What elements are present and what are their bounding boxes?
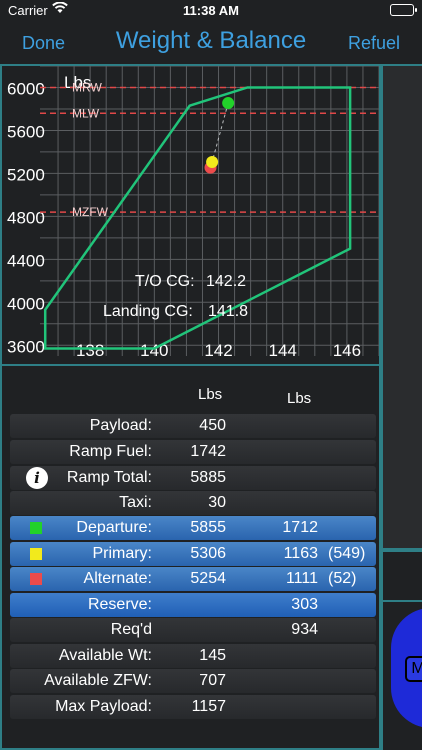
limit-line-label: MRW [72,80,102,94]
row-value-lbs-2: 303 [291,596,318,613]
series-marker-icon [30,522,42,534]
table-row: Reserve: 303 [10,593,376,617]
row-value-lbs: 5855 [190,519,226,536]
row-value-lbs: 30 [208,494,226,511]
landing-cg-value: 141.8 [208,303,248,320]
table-row: i Ramp Total: 5885 [10,466,376,490]
table-row: Available ZFW: 707 [10,669,376,693]
row-label: Available Wt: [58,647,152,664]
limit-line-label: MLW [72,106,100,120]
x-tick-label: 146 [333,341,361,360]
y-tick-label: 4000 [7,294,45,313]
side-action-label: M [405,656,422,682]
side-panel-middle [381,550,422,600]
y-tick-label: 3600 [7,337,45,356]
table-row: Payload: 450 [10,414,376,438]
to-cg-label: T/O CG: [135,273,195,290]
clock: 11:38 AM [183,3,239,18]
y-tick-label: 5200 [7,165,45,184]
cg-path-line [211,102,229,163]
row-value-lbs: 5885 [190,469,226,486]
navigation-bar: Done Weight & Balance Refuel [0,22,422,64]
row-label: Reserve: [87,596,152,613]
battery-icon [390,4,417,16]
row-value-extra: (549) [328,545,366,562]
side-panel-bottom: M [381,600,422,750]
row-value-lbs: 5306 [190,545,226,562]
x-tick-label: 144 [269,341,297,360]
row-value-lbs-2: 1712 [282,519,318,536]
table-row: Taxi: 30 [10,491,376,515]
row-value-lbs: 707 [199,672,226,689]
to-cg-value: 142.2 [206,273,246,290]
table-row: Departure: 5855 1712 [10,516,376,540]
row-label: Ramp Fuel: [69,443,152,460]
row-label: Departure: [76,519,152,536]
row-label: Primary: [92,545,152,562]
side-action-button[interactable]: M [391,608,422,728]
chart-canvas: Lbs3600400044004800520056006000138 140 142… [7,66,379,360]
column-header-lbs: Lbs [198,386,223,403]
y-tick-label: 4400 [7,251,45,270]
cg-point-primary [206,156,219,169]
limit-line-label: MZFW [72,205,109,219]
y-tick-label: 5600 [7,122,45,141]
row-value-lbs: 5254 [190,570,226,587]
table-row: Alternate: 5254 1111 (52) [10,567,376,591]
row-label: Req'd [110,621,152,638]
y-tick-label: 4800 [7,208,45,227]
refuel-button[interactable]: Refuel [348,33,400,54]
row-label: Payload: [89,417,152,434]
row-value-lbs: 1157 [191,698,226,715]
table-row: Req'd 934 [10,618,376,642]
series-marker-icon [30,573,42,585]
row-label: Taxi: [119,494,152,511]
side-panel-top [381,64,422,550]
cg-point-departure [222,97,235,110]
landing-cg-label: Landing CG: [103,303,193,320]
y-tick-label: 6000 [7,79,45,98]
row-label: Alternate: [83,570,152,587]
x-tick-label: 142 [204,341,232,360]
row-label: Max Payload: [55,698,152,715]
row-value-lbs: 145 [199,647,226,664]
table-row: Ramp Fuel: 1742 [10,440,376,464]
series-marker-icon [30,548,42,560]
row-value-lbs: 450 [199,417,226,434]
row-value-lbs-2: 1163 [283,545,318,562]
cg-envelope-chart: Lbs 3600 4000 4400 4800 5200 5600 6000 138 140 142… [0,64,381,366]
row-value-extra: (52) [328,570,357,587]
weight-table: Lbs Lbs Payload: 450 Ramp Fuel: 1742 i Ramp T… [0,366,381,750]
row-value-lbs-2: 934 [291,621,318,638]
row-label: Ramp Total: [66,469,152,486]
status-bar: Carrier 11:38 AM [0,0,422,22]
x-tick-label: 138 [76,341,104,360]
table-row: Primary: 5306 1163 (549) [10,542,376,566]
table-row: Available Wt: 145 [10,644,376,668]
column-header-lbs-2: Lbs [287,390,312,407]
row-value-lbs: 1742 [190,443,226,460]
row-label: Available ZFW: [44,672,152,689]
table-row: Max Payload: 1157 [10,695,376,719]
row-value-lbs-2: 1111 [285,570,318,587]
info-icon[interactable]: i [26,467,48,489]
